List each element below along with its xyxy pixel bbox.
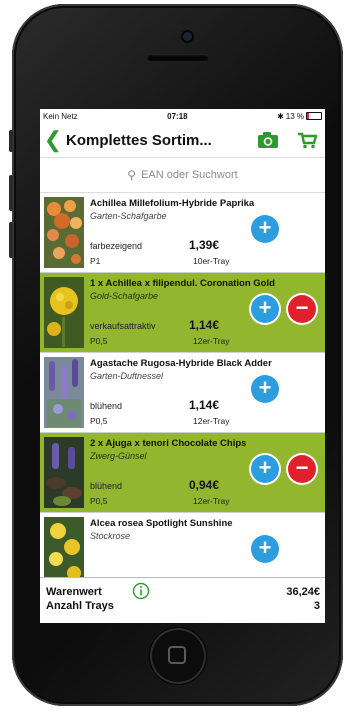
product-image [44, 197, 84, 268]
carrier-label: Kein Netz [43, 111, 78, 121]
search-icon: ⚲ [127, 168, 137, 182]
volume-down-button [9, 222, 13, 258]
product-list: Achillea Millefolium-Hybride Paprika Gar… [40, 193, 325, 593]
product-common-name: Stockrose [90, 531, 131, 541]
home-square-icon [168, 646, 186, 664]
product-attribute: farbezeigend [90, 241, 143, 251]
page-title: Komplettes Sortim... [66, 131, 212, 149]
product-image [44, 357, 84, 428]
add-button[interactable]: + [251, 295, 279, 323]
product-tray: 12er-Tray [193, 416, 230, 426]
product-common-name: Garten-Duftnessel [90, 371, 164, 381]
product-common-name: Garten-Schafgarbe [90, 211, 167, 221]
summary-footer: Warenwert 36,24€ Anzahl Trays 3 [40, 577, 325, 623]
nav-actions [257, 131, 317, 149]
product-name: Agastache Rugosa-Hybride Black Adder [90, 358, 272, 369]
status-bar: Kein Netz 07:18 ✱ 13 % [40, 109, 325, 123]
volume-up-button [9, 175, 13, 211]
product-name: Achillea Millefolium-Hybride Paprika [90, 198, 255, 209]
product-code: P0,5 [90, 496, 108, 506]
search-placeholder: EAN oder Suchwort [141, 169, 238, 181]
warenwert-label: Warenwert [46, 586, 102, 598]
remove-button[interactable]: − [288, 455, 316, 483]
product-code: P1 [90, 256, 101, 266]
product-name: 2 x Ajuga x tenori Chocolate Chips [90, 438, 247, 449]
product-image [44, 437, 84, 508]
bluetooth-icon: ✱ [277, 111, 284, 121]
product-code: P0,5 [90, 336, 108, 346]
product-attribute: blühend [90, 401, 123, 411]
cart-icon[interactable] [297, 131, 317, 149]
front-camera [183, 32, 192, 41]
product-tray: 10er-Tray [193, 256, 230, 266]
product-code: P0,5 [90, 416, 108, 426]
search-field[interactable]: ⚲ EAN oder Suchwort [40, 158, 325, 193]
earpiece-speaker [147, 54, 209, 61]
product-name: 1 x Achillea x filipendul. Coronation Go… [90, 278, 275, 289]
add-button[interactable]: + [251, 535, 279, 563]
product-price: 1,14€ [189, 318, 220, 332]
battery-percent: 13 % [285, 111, 304, 121]
add-button[interactable]: + [251, 455, 279, 483]
list-item[interactable]: 1 x Achillea x filipendul. Coronation Go… [40, 273, 325, 353]
app-screen: Kein Netz 07:18 ✱ 13 % ❮ Komplettes Sort… [40, 109, 325, 623]
home-button[interactable] [150, 628, 206, 684]
product-price: 1,39€ [189, 238, 220, 252]
product-tray: 12er-Tray [193, 496, 230, 506]
list-item[interactable]: Agastache Rugosa-Hybride Black Adder Gar… [40, 353, 325, 433]
product-common-name: Zwerg-Günsel [90, 451, 147, 461]
add-button[interactable]: + [251, 375, 279, 403]
camera-icon[interactable] [257, 131, 279, 149]
product-tray: 12er-Tray [193, 336, 230, 346]
nav-bar: ❮ Komplettes Sortim... [40, 123, 325, 158]
remove-button[interactable]: − [288, 295, 316, 323]
product-price: 0,94€ [189, 478, 220, 492]
list-item[interactable]: Achillea Millefolium-Hybride Paprika Gar… [40, 193, 325, 273]
add-button[interactable]: + [251, 215, 279, 243]
info-icon[interactable] [132, 582, 150, 600]
trays-label: Anzahl Trays [46, 600, 114, 612]
product-price: 1,14€ [189, 398, 220, 412]
product-common-name: Gold-Schafgarbe [90, 291, 159, 301]
chevron-left-icon[interactable]: ❮ [40, 123, 66, 157]
product-attribute: blühend [90, 481, 123, 491]
product-name: Alcea rosea Spotlight Sunshine [90, 518, 233, 529]
battery-icon [306, 112, 322, 120]
product-image [44, 277, 84, 348]
trays-value: 3 [313, 600, 320, 612]
clock: 07:18 [167, 111, 188, 121]
status-right: ✱ 13 % [277, 112, 322, 121]
warenwert-value: 36,24€ [286, 586, 320, 598]
mute-switch [9, 130, 13, 152]
product-attribute: verkaufsattraktiv [90, 321, 156, 331]
list-item[interactable]: 2 x Ajuga x tenori Chocolate Chips Zwerg… [40, 433, 325, 513]
